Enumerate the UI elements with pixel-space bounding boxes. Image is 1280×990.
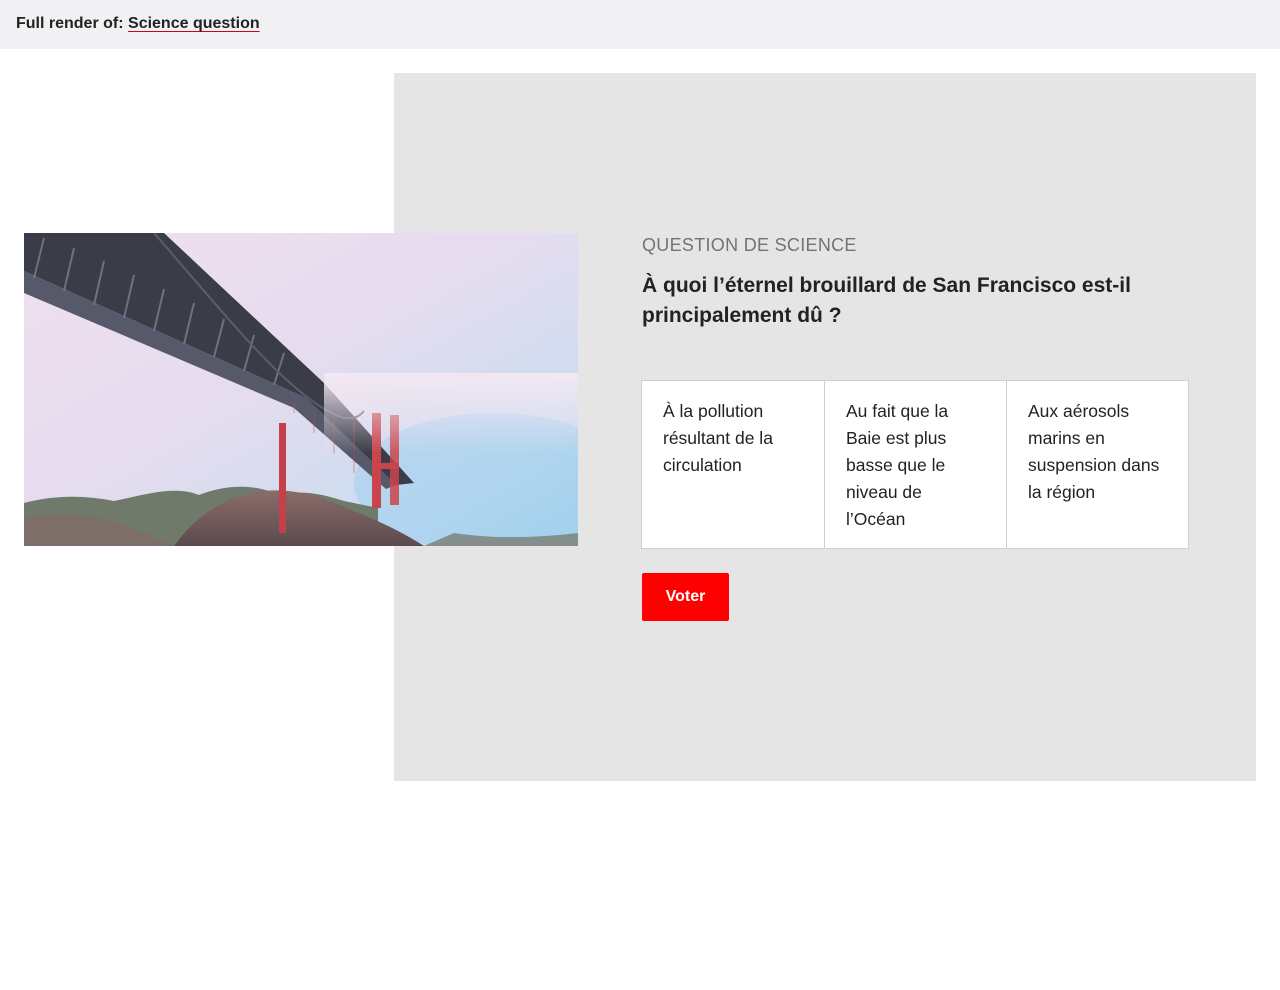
- answer-option-bay-level[interactable]: Au fait que la Baie est plus basse que l…: [824, 381, 1006, 548]
- answer-option-pollution[interactable]: À la pollution résultant de la circulati…: [642, 381, 824, 548]
- vote-button[interactable]: Voter: [642, 573, 729, 621]
- top-bar: Full render of: Science question: [0, 0, 1280, 49]
- bridge-photo: [24, 233, 578, 546]
- poll-content: QUESTION DE SCIENCE À quoi l’éternel bro…: [641, 233, 1202, 621]
- science-question-link[interactable]: Science question: [128, 15, 260, 32]
- answer-option-marine-aerosols[interactable]: Aux aérosols marins en suspension dans l…: [1006, 381, 1188, 548]
- answer-options: À la pollution résultant de la circulati…: [641, 380, 1189, 549]
- render-label: Full render of:: [16, 15, 124, 32]
- poll-kicker: QUESTION DE SCIENCE: [642, 235, 857, 255]
- poll-question: À quoi l’éternel brouillard de San Franc…: [642, 274, 1131, 327]
